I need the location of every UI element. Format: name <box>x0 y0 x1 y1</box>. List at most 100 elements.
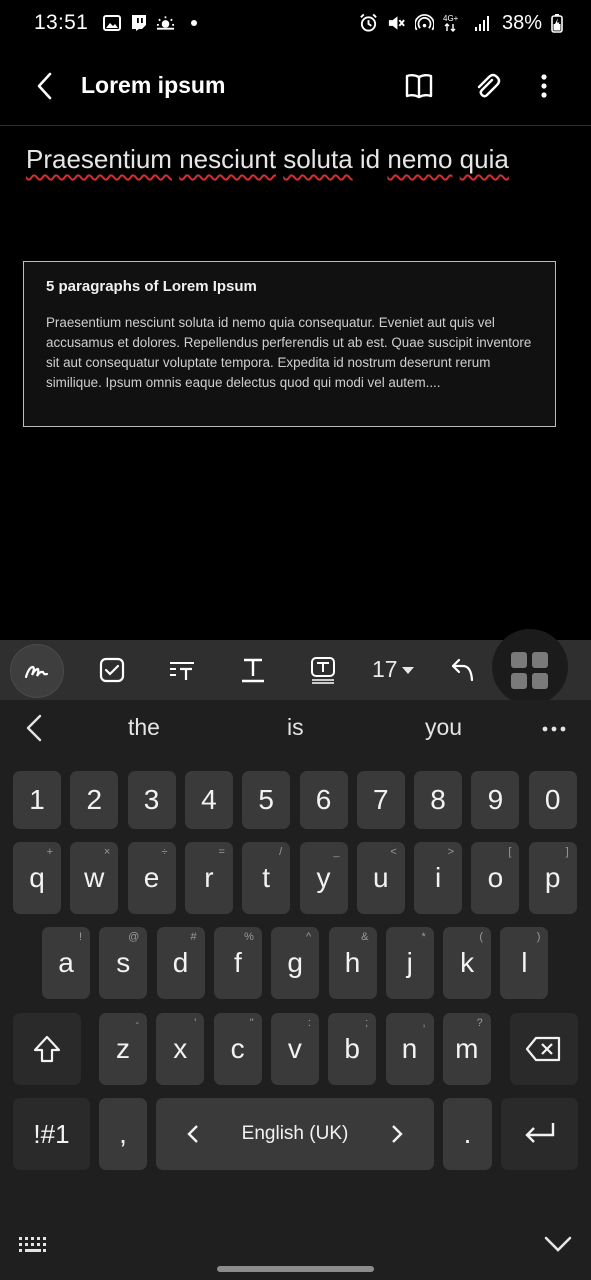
key-g[interactable]: g ^ <box>271 927 320 999</box>
key-b[interactable]: b; <box>328 1013 377 1085</box>
predictions-more-button[interactable] <box>540 722 568 741</box>
shift-key[interactable] <box>13 1013 81 1085</box>
key-q[interactable]: q + <box>13 842 61 914</box>
key-u[interactable]: u < <box>356 842 405 914</box>
key-l[interactable]: l) <box>500 927 549 999</box>
key-7[interactable]: 7 <box>356 771 405 829</box>
key-0[interactable]: 0 <box>528 771 577 829</box>
key-e[interactable]: e ÷ <box>127 842 176 914</box>
key-alt-symbol: ( <box>479 931 484 943</box>
enter-key[interactable] <box>501 1098 578 1170</box>
gallery-icon <box>102 14 121 33</box>
prediction-word[interactable]: you <box>425 714 462 741</box>
key-p[interactable]: p] <box>528 842 577 914</box>
key-label: 6 <box>315 784 332 815</box>
note-title[interactable]: Praesentium nesciunt soluta id nemo quia <box>26 144 509 175</box>
key-label: h <box>344 947 361 978</box>
key-k[interactable]: k( <box>443 927 492 999</box>
key-n[interactable]: n, <box>385 1013 434 1085</box>
space-key-label: English (UK) <box>241 1123 349 1144</box>
enter-icon <box>524 1123 554 1143</box>
key-label: 8 <box>430 784 446 815</box>
backspace-key[interactable] <box>510 1013 578 1085</box>
paragraph-style-button[interactable] <box>162 650 202 690</box>
key-9[interactable]: 9 <box>471 771 520 829</box>
key-4[interactable]: 4 <box>184 771 233 829</box>
key-o[interactable]: o[ <box>471 842 520 914</box>
text-style-button[interactable] <box>233 650 273 690</box>
pen-mode-button[interactable] <box>10 644 64 698</box>
key-f[interactable]: f% <box>213 927 262 999</box>
space-key[interactable]: English (UK) <box>156 1098 434 1170</box>
key-label: y <box>316 862 331 893</box>
period-key[interactable]: . <box>443 1098 492 1170</box>
key-label: q <box>29 862 45 893</box>
key-alt-symbol: / <box>279 846 283 858</box>
key-j[interactable]: j * <box>385 927 434 999</box>
home-indicator[interactable] <box>217 1266 374 1272</box>
comma-key[interactable]: , <box>99 1098 147 1170</box>
key-h[interactable]: h & <box>328 927 377 999</box>
checkbox-button[interactable] <box>92 650 132 690</box>
symbols-key-label: !#1 <box>33 1118 70 1149</box>
key-label: 7 <box>373 784 389 815</box>
key-1[interactable]: 1 <box>13 771 61 829</box>
key-v[interactable]: v: <box>270 1013 319 1085</box>
key-x[interactable]: x ' <box>156 1013 205 1085</box>
key-2[interactable]: 2 <box>70 771 119 829</box>
key-s[interactable]: s @ <box>99 927 148 999</box>
title-word: soluta <box>283 144 353 174</box>
key-alt-symbol: ; <box>365 1017 369 1029</box>
key-label: 1 <box>29 784 45 815</box>
predictions-back-button[interactable] <box>20 712 48 749</box>
symbols-key[interactable]: !#1 <box>13 1098 90 1170</box>
key-alt-symbol: & <box>361 931 369 943</box>
key-label: r <box>204 862 214 893</box>
key-m[interactable]: m? <box>442 1013 491 1085</box>
key-d[interactable]: d # <box>156 927 205 999</box>
key-i[interactable]: i > <box>414 842 463 914</box>
text-card[interactable]: 5 paragraphs of Lorem Ipsum Praesentium … <box>23 261 556 427</box>
hide-keyboard-button[interactable] <box>543 1232 573 1261</box>
key-t[interactable]: t / <box>242 842 291 914</box>
key-alt-symbol: ? <box>476 1017 483 1029</box>
key-y[interactable]: y _ <box>299 842 348 914</box>
key-c[interactable]: c " <box>213 1013 262 1085</box>
key-r[interactable]: r = <box>184 842 233 914</box>
more-horizontal-icon <box>542 726 566 732</box>
key-label: 0 <box>544 784 561 815</box>
key-3[interactable]: 3 <box>127 771 176 829</box>
title-word: nemo <box>387 144 453 174</box>
key-alt-symbol: [ <box>508 846 512 858</box>
key-z[interactable]: z- <box>99 1013 147 1085</box>
key-label: 9 <box>487 784 504 815</box>
key-alt-symbol: _ <box>333 846 340 858</box>
key-label: i <box>434 862 442 893</box>
key-alt-symbol: ^ <box>306 931 312 943</box>
keyboard-switch-button[interactable] <box>18 1236 48 1259</box>
attach-button[interactable] <box>469 68 505 104</box>
key-a[interactable]: a! <box>42 927 90 999</box>
key-8[interactable]: 8 <box>414 771 463 829</box>
key-alt-symbol: + <box>46 846 53 858</box>
key-6[interactable]: 6 <box>299 771 348 829</box>
undo-button[interactable] <box>443 650 483 690</box>
key-alt-symbol: > <box>447 846 455 858</box>
key-w[interactable]: w × <box>70 842 119 914</box>
prediction-word[interactable]: is <box>287 714 304 741</box>
text-box-button[interactable] <box>303 650 343 690</box>
font-size-dropdown[interactable]: 17 <box>372 656 415 683</box>
reading-mode-button[interactable] <box>401 68 437 104</box>
comma-key-label: , <box>119 1118 127 1149</box>
prediction-word[interactable]: the <box>128 714 160 741</box>
key-5[interactable]: 5 <box>242 771 291 829</box>
alarm-icon <box>359 13 378 33</box>
title-word: Praesentium <box>26 144 172 174</box>
key-label: v <box>287 1033 302 1064</box>
back-button[interactable] <box>30 70 62 102</box>
key-alt-symbol: ] <box>565 846 569 858</box>
more-options-button[interactable] <box>526 68 562 104</box>
mute-icon <box>387 14 406 33</box>
key-label: k <box>460 947 475 978</box>
shift-icon <box>33 1035 61 1063</box>
